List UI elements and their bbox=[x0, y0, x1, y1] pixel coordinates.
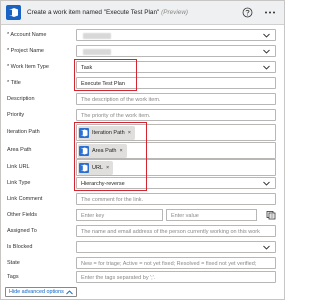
account-name-label: * Account Name bbox=[7, 32, 47, 38]
azure-devops-icon bbox=[6, 5, 21, 20]
title-label: * Title bbox=[7, 80, 21, 86]
state-placeholder: New = for triage; Active = not yet fixed… bbox=[81, 261, 257, 267]
is-blocked-label: Is Blocked bbox=[7, 244, 33, 250]
account-name-dropdown[interactable] bbox=[76, 29, 276, 41]
action-header[interactable]: Create a work item named "Execute Test P… bbox=[1, 1, 284, 25]
assigned-to-input[interactable]: The name and email address of the person… bbox=[76, 225, 276, 237]
chevron-down-icon bbox=[263, 33, 270, 38]
hide-advanced-options-label: Hide advanced options bbox=[9, 289, 64, 295]
action-card: Create a work item named "Execute Test P… bbox=[0, 0, 285, 300]
preview-label: (Preview) bbox=[161, 9, 189, 16]
other-fields-label: Other Fields bbox=[7, 212, 37, 218]
area-path-label: Area Path bbox=[7, 147, 32, 153]
assigned-to-placeholder: The name and email address of the person… bbox=[81, 229, 260, 235]
priority-placeholder: The priority of the work item. bbox=[81, 113, 151, 119]
project-name-dropdown[interactable] bbox=[76, 45, 276, 57]
value-placeholder: Enter value bbox=[171, 213, 199, 219]
key-placeholder: Enter key bbox=[81, 213, 105, 219]
link-comment-placeholder: The comment for the link. bbox=[81, 197, 144, 203]
tags-placeholder: Enter the tags separated by ';'. bbox=[81, 275, 156, 281]
other-fields-key-input[interactable]: Enter key bbox=[76, 209, 163, 221]
other-fields-value-input[interactable]: Enter value bbox=[166, 209, 257, 221]
chevron-up-icon bbox=[66, 289, 73, 294]
redacted-value bbox=[83, 33, 111, 39]
action-title: Create a work item named "Execute Test P… bbox=[27, 9, 189, 16]
priority-input[interactable]: The priority of the work item. bbox=[76, 109, 276, 121]
link-type-label: Link Type bbox=[7, 180, 31, 186]
highlight-box-type-title bbox=[74, 59, 137, 91]
description-placeholder: The description of the work item. bbox=[81, 97, 161, 103]
work-item-type-label: * Work Item Type bbox=[7, 64, 49, 70]
link-comment-label: Link Comment bbox=[7, 196, 43, 202]
link-comment-input[interactable]: The comment for the link. bbox=[76, 193, 276, 205]
tags-input[interactable]: Enter the tags separated by ';'. bbox=[76, 271, 276, 283]
hide-advanced-options-button[interactable]: Hide advanced options bbox=[5, 287, 77, 297]
is-blocked-dropdown[interactable] bbox=[76, 241, 276, 253]
priority-label: Priority bbox=[7, 112, 25, 118]
more-icon[interactable] bbox=[264, 7, 276, 18]
chevron-down-icon bbox=[263, 65, 270, 70]
state-input[interactable]: New = for triage; Active = not yet fixed… bbox=[76, 257, 276, 269]
redacted-value bbox=[83, 49, 111, 55]
project-name-label: * Project Name bbox=[7, 48, 44, 54]
state-label: State bbox=[7, 260, 20, 266]
description-label: Description bbox=[7, 96, 35, 102]
chevron-down-icon bbox=[263, 181, 270, 186]
chevron-down-icon bbox=[263, 245, 270, 250]
assigned-to-label: Assigned To bbox=[7, 228, 37, 234]
iteration-path-label: Iteration Path bbox=[7, 129, 40, 135]
switch-to-text-mode-icon[interactable] bbox=[266, 210, 276, 220]
help-icon[interactable] bbox=[242, 7, 253, 18]
tags-label: Tags bbox=[7, 274, 19, 280]
highlight-box-paths bbox=[74, 122, 147, 191]
chevron-down-icon bbox=[263, 49, 270, 54]
description-input[interactable]: The description of the work item. bbox=[76, 93, 276, 105]
link-url-label: Link URL bbox=[7, 164, 30, 170]
